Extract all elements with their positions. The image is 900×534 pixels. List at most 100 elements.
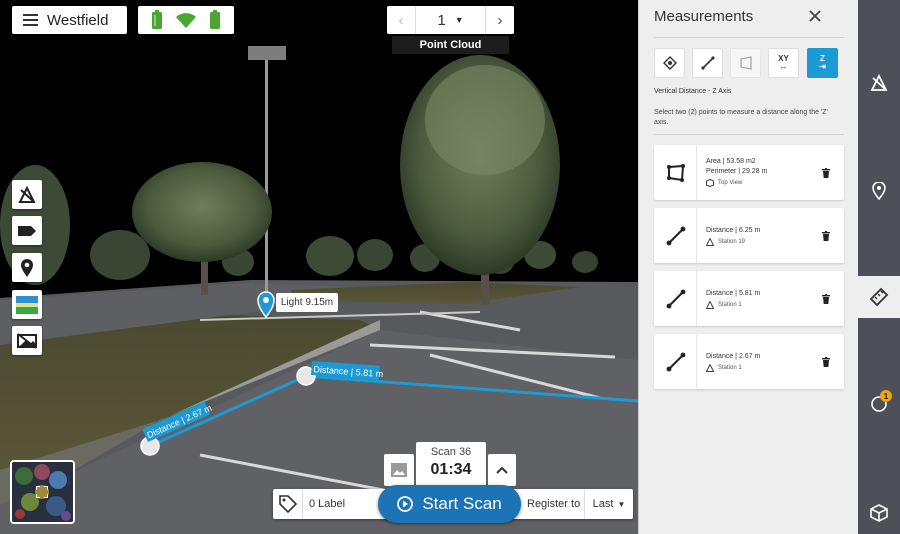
play-circle-icon — [397, 496, 414, 512]
z-distance-mode-button[interactable]: Z ⇥ — [807, 48, 838, 78]
close-icon — [809, 10, 821, 22]
project-menu-button[interactable]: Westfield — [12, 6, 127, 34]
measure-tool-button[interactable] — [12, 180, 42, 209]
image-icon — [391, 463, 407, 477]
measurement-mode-title: Vertical Distance - Z Axis — [654, 88, 732, 95]
z-distance-icon: Z ⇥ — [819, 54, 826, 71]
tablet-battery-icon — [210, 10, 221, 29]
hide-images-button[interactable] — [12, 326, 42, 355]
register-to-value: Last — [592, 498, 614, 510]
divider — [654, 134, 844, 135]
scanner-battery-icon — [151, 10, 162, 29]
divider — [696, 145, 697, 200]
location-tool-button[interactable] — [12, 253, 42, 282]
ruler-triangle-icon — [18, 185, 36, 203]
caret-down-icon: ▼ — [454, 15, 464, 25]
expand-icon — [36, 486, 48, 498]
area-mode-button[interactable] — [730, 48, 761, 78]
rail-locations-button[interactable] — [858, 170, 900, 212]
measurement-distance: Distance | 6.25 m — [706, 227, 761, 234]
xy-label: XY — [778, 54, 789, 63]
scan-thumbnail-button[interactable] — [384, 454, 414, 486]
start-scan-button[interactable]: Start Scan — [378, 485, 521, 523]
scan-status-card: Scan 36 01:34 — [416, 442, 486, 488]
wifi-icon — [175, 12, 196, 28]
label-count: 0 Label — [309, 498, 346, 510]
delete-measurement-button[interactable] — [820, 167, 832, 179]
station-select[interactable]: 1 ▼ — [415, 6, 486, 34]
station-icon — [706, 301, 714, 309]
divider — [654, 37, 844, 38]
rail-measurements-button[interactable] — [858, 276, 900, 318]
point-mode-button[interactable] — [654, 48, 685, 78]
divider — [696, 271, 697, 326]
device-status[interactable] — [138, 6, 234, 34]
location-pin-icon — [872, 182, 886, 200]
close-panel-button[interactable] — [805, 6, 825, 26]
divider — [696, 208, 697, 263]
previous-station-button[interactable]: ‹ — [387, 6, 415, 34]
measurement-perimeter: Perimeter | 29.28 m — [706, 168, 768, 175]
image-layer-button[interactable] — [12, 290, 42, 319]
point-target-icon — [662, 56, 677, 70]
chevron-up-icon — [496, 466, 508, 474]
measurement-card[interactable]: Area | 53.58 m2 Perimeter | 29.28 m Top … — [654, 145, 844, 200]
label-tool-button[interactable] — [12, 216, 42, 245]
xy-distance-icon: XY ↔ — [778, 54, 789, 71]
notification-badge: 1 — [880, 390, 892, 402]
point-cloud-scene[interactable]: Distance | 5.81 m Distance | 2.67 m — [0, 0, 638, 534]
trash-icon — [822, 357, 830, 367]
tag-icon — [18, 225, 36, 236]
panel-title: Measurements — [654, 8, 754, 25]
delete-measurement-button[interactable] — [820, 293, 832, 305]
rail-measure-tools-button[interactable] — [858, 62, 900, 104]
caret-down-icon: ▼ — [617, 499, 626, 509]
view-mode-label: Point Cloud — [392, 36, 509, 54]
next-station-button[interactable]: › — [486, 6, 514, 34]
station-pager[interactable]: ‹ 1 ▼ › — [387, 6, 514, 34]
register-to-select[interactable]: Last ▼ — [584, 489, 633, 519]
tag-outline-icon — [278, 495, 297, 513]
distance-icon — [700, 56, 715, 70]
measurement-card[interactable]: Distance | 5.81 m Station 1 — [654, 271, 844, 326]
minimap[interactable] — [10, 460, 75, 524]
measurement-card[interactable]: Distance | 6.25 m Station 19 — [654, 208, 844, 263]
measurement-source: Station 19 — [718, 239, 746, 245]
delete-measurement-button[interactable] — [820, 230, 832, 242]
location-pin-icon — [21, 258, 33, 277]
divider — [696, 334, 697, 389]
measurements-panel: Measurements XY ↔ Z ⇥ Vertical Distance - … — [638, 0, 858, 534]
measurement-source: Top View — [718, 180, 743, 186]
scan-expand-button[interactable] — [488, 454, 516, 486]
image-layer-icon — [16, 295, 38, 314]
station-icon — [706, 364, 714, 372]
rail-notifications-button[interactable]: 1 — [858, 382, 900, 424]
cube-icon — [706, 179, 714, 187]
measurement-distance: Distance | 5.81 m — [706, 290, 761, 297]
measurement-source: Station 1 — [718, 302, 742, 308]
project-name: Westfield — [47, 11, 109, 29]
measurement-card[interactable]: Distance | 2.67 m Station 1 — [654, 334, 844, 389]
xy-distance-mode-button[interactable]: XY ↔ — [768, 48, 799, 78]
scan-elapsed-time: 01:34 — [430, 461, 472, 478]
delete-measurement-button[interactable] — [820, 356, 832, 368]
trash-icon — [822, 231, 830, 241]
distance-line-icon — [664, 350, 688, 374]
measurement-area: Area | 53.58 m2 — [706, 158, 756, 165]
add-label-button[interactable] — [273, 489, 303, 519]
distance-line-icon — [664, 224, 688, 248]
measurement-mode-description: Select two (2) points to measure a dista… — [654, 109, 828, 126]
trash-icon — [822, 168, 830, 178]
area-icon — [739, 56, 752, 70]
rail-3d-view-button[interactable] — [858, 492, 900, 534]
scan-title: Scan 36 — [430, 446, 472, 458]
hamburger-menu-icon — [23, 14, 38, 26]
light-height-label[interactable]: Light 9.15m — [276, 293, 338, 312]
register-to-label: Register to — [527, 498, 581, 510]
point-cloud-viewport[interactable]: Distance | 5.81 m Distance | 2.67 m West… — [0, 0, 638, 534]
ruler-icon — [869, 287, 889, 307]
distance-mode-button[interactable] — [692, 48, 723, 78]
start-scan-label: Start Scan — [422, 494, 502, 513]
measurement-distance: Distance | 2.67 m — [706, 353, 761, 360]
station-number: 1 — [437, 11, 446, 29]
